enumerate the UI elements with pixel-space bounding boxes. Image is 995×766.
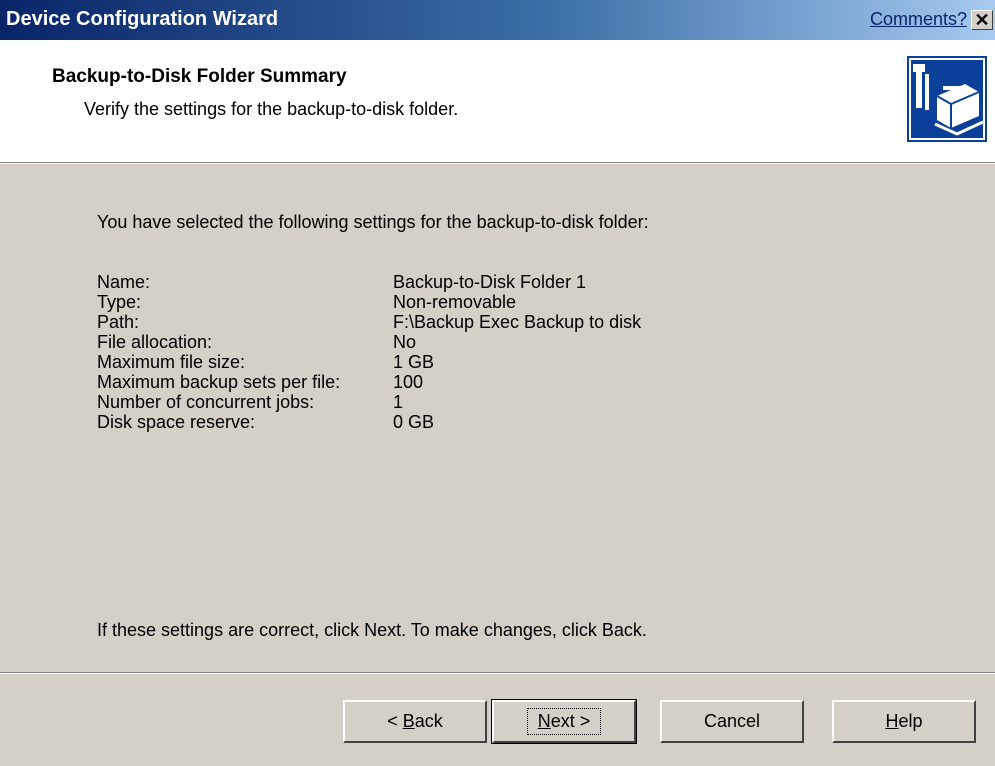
setting-label: Type: [97,292,142,312]
page-title: Backup-to-Disk Folder Summary [52,66,347,87]
setting-value: 1 [393,392,404,412]
page-subtitle: Verify the settings for the backup-to-di… [84,99,459,119]
close-button[interactable]: ✕ [971,10,993,30]
setting-value: No [393,332,417,352]
title-bar[interactable]: Device Configuration Wizard Comments? ✕ [0,0,995,40]
setting-row: Maximum backup sets per file: 100 [97,372,641,392]
setting-row: Path: F:\Backup Exec Backup to disk [97,312,641,332]
setting-value: Non-removable [393,292,517,312]
window-title: Device Configuration Wizard [6,8,279,30]
back-button[interactable]: < Back [343,700,487,743]
setting-label: Name: [97,272,151,292]
cancel-button-label: Cancel [703,711,761,731]
setting-row: Disk space reserve: 0 GB [97,412,641,432]
setting-value: Backup-to-Disk Folder 1 [393,272,587,292]
setting-row: Number of concurrent jobs: 1 [97,392,641,412]
help-button[interactable]: Help [832,700,976,743]
close-icon: ✕ [974,10,990,30]
intro-text: You have selected the following settings… [97,212,649,232]
setting-value: 0 GB [393,412,435,432]
setting-row: File allocation: No [97,332,641,352]
setting-label: Number of concurrent jobs: [97,392,315,412]
setting-label: Maximum backup sets per file: [97,372,341,392]
device-wizard-icon [907,56,987,142]
setting-value: 1 GB [393,352,435,372]
settings-summary: Name: Backup-to-Disk Folder 1 Type: Non-re… [97,272,641,432]
setting-row: Name: Backup-to-Disk Folder 1 [97,272,641,292]
setting-value: F:\Backup Exec Backup to disk [393,312,642,332]
button-separator [0,672,995,674]
instruction-text: If these settings are correct, click Nex… [97,620,647,640]
next-button[interactable]: Next > [491,699,637,744]
header-separator [0,162,995,164]
cancel-button[interactable]: Cancel [660,700,804,743]
help-button-label: Help [885,711,923,731]
next-button-label: Next > [526,708,602,735]
setting-value: 100 [393,372,424,392]
setting-label: Maximum file size: [97,352,246,372]
back-button-label: < Back [387,711,443,731]
setting-row: Maximum file size: 1 GB [97,352,641,372]
wizard-header: Backup-to-Disk Folder Summary Verify the… [0,40,995,162]
comments-link[interactable]: Comments? [870,9,967,30]
setting-label: Path: [97,312,140,332]
setting-label: Disk space reserve: [97,412,256,432]
setting-label: File allocation: [97,332,213,352]
setting-row: Type: Non-removable [97,292,641,312]
